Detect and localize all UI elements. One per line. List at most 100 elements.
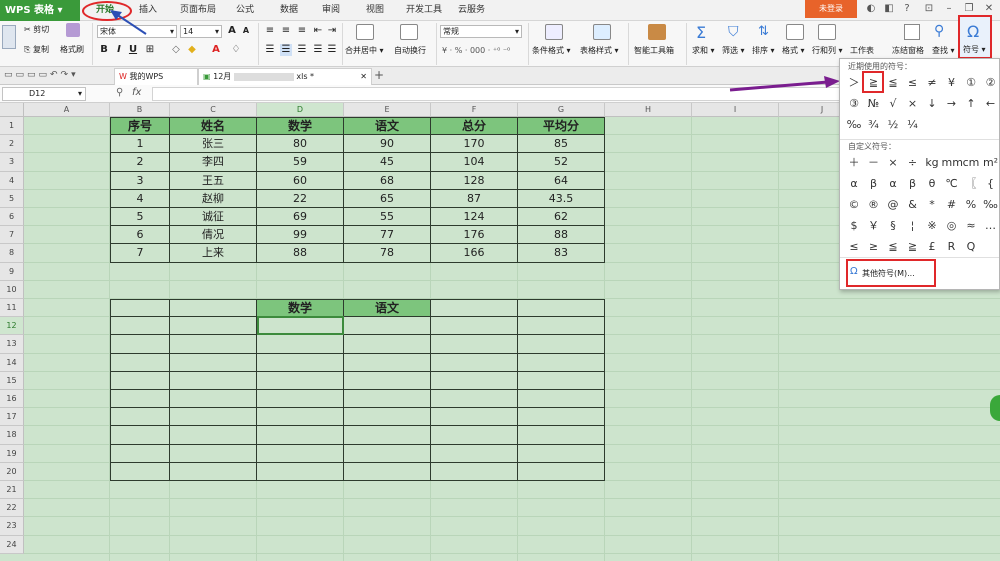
table-cell[interactable]: 59 [257,153,344,172]
column-header[interactable]: C [170,103,257,117]
table-cell[interactable]: 43.5 [518,189,605,208]
table-cell[interactable]: 77 [344,226,431,245]
table-style-button[interactable]: 表格样式 ▾ [580,45,619,56]
table-cell[interactable]: 上来 [170,244,257,263]
table-cell[interactable] [344,408,431,427]
table-cell[interactable] [518,317,605,336]
table-cell[interactable]: 22 [257,189,344,208]
table-cell[interactable] [110,353,170,372]
conditional-format-icon[interactable] [545,24,563,40]
table-cell[interactable]: 128 [431,171,518,190]
table-cell[interactable]: 69 [257,208,344,227]
symbol-item[interactable]: £ [922,237,942,257]
menu-tab-formula[interactable]: 公式 [236,0,254,21]
share-icon[interactable]: ◧ [882,2,896,16]
table-header-cell[interactable]: 语文 [344,117,431,136]
row-header[interactable]: 6 [0,208,24,227]
table-cell[interactable] [170,462,257,481]
table-cell[interactable] [518,426,605,445]
toolbox-icon[interactable] [648,24,666,40]
table-cell[interactable] [431,390,518,409]
table-cell[interactable]: 83 [518,244,605,263]
merge-center-icon[interactable] [356,24,374,40]
grow-font-icon[interactable]: A [226,25,238,37]
table-cell[interactable] [431,444,518,463]
table-cell[interactable]: 85 [518,135,605,154]
symbol-item[interactable]: * [922,195,942,215]
table-cell[interactable]: 倩况 [170,226,257,245]
column-header[interactable]: D [257,103,344,117]
symbol-item[interactable]: ≦ [883,237,903,257]
row-header[interactable]: 2 [0,135,24,154]
table-style-icon[interactable] [593,24,611,40]
symbol-item[interactable]: × [903,94,923,114]
symbol-item[interactable]: α [844,174,864,194]
format-painter-button[interactable]: 格式刷 [60,43,84,57]
row-header[interactable]: 8 [0,244,24,263]
table-cell[interactable] [257,426,344,445]
align-middle-icon[interactable]: ≡ [280,25,292,37]
symbol-item[interactable]: ℃ [942,174,962,194]
symbol-item[interactable]: ￥ [864,216,884,236]
row-header[interactable]: 4 [0,171,24,190]
table-cell[interactable] [518,444,605,463]
close-icon[interactable]: ✕ [982,2,996,16]
distributed-icon[interactable]: ☰ [326,44,338,56]
table-cell[interactable] [344,371,431,390]
table-cell[interactable] [257,353,344,372]
table-cell[interactable] [257,462,344,481]
align-right-icon[interactable]: ☰ [296,44,308,56]
bold-icon[interactable]: B [98,44,110,56]
symbol-item[interactable]: β [864,174,884,194]
symbol-item[interactable]: № [864,94,884,114]
table-cell[interactable] [110,317,170,336]
row-header[interactable]: 22 [0,499,24,518]
table-cell[interactable] [344,353,431,372]
table-cell[interactable]: 87 [431,189,518,208]
underline-icon[interactable]: U [127,44,139,56]
row-header[interactable]: 14 [0,353,24,372]
table-cell[interactable]: 4 [110,189,170,208]
table-cell[interactable]: 王五 [170,171,257,190]
symbol-button[interactable]: Ω 符号 ▾ [958,15,992,59]
sum-button[interactable]: 求和 ▾ [692,45,715,56]
table-cell[interactable] [431,371,518,390]
table-cell[interactable]: 45 [344,153,431,172]
table-cell[interactable]: 80 [257,135,344,154]
conditional-format-button[interactable]: 条件格式 ▾ [532,45,571,56]
smart-toolbox-button[interactable]: 智能工具箱 [634,45,674,56]
row-header[interactable]: 20 [0,462,24,481]
italic-icon[interactable]: I [113,44,125,56]
column-header[interactable]: G [518,103,605,117]
row-header[interactable]: 18 [0,426,24,445]
row-header[interactable]: 13 [0,335,24,354]
more-symbols-button[interactable]: Ω 其他符号(M)... [846,259,936,287]
table-cell[interactable] [170,353,257,372]
table-cell[interactable]: 1 [110,135,170,154]
fx-button[interactable]: fx [132,87,141,98]
symbol-item[interactable]: % [961,195,981,215]
table-cell[interactable] [257,390,344,409]
symbol-item[interactable]: ‰ [844,115,864,135]
table-cell[interactable]: 88 [518,226,605,245]
table-cell[interactable]: 88 [257,244,344,263]
table-cell[interactable]: 60 [257,171,344,190]
column-header[interactable]: H [605,103,692,117]
wrap-text-button[interactable]: 自动换行 [394,45,426,56]
format-painter-icon[interactable] [66,23,80,37]
symbol-item[interactable]: @ [883,195,903,215]
table-cell[interactable]: 6 [110,226,170,245]
symbol-item[interactable]: mm [942,153,963,173]
symbol-item[interactable]: kg [922,153,942,173]
table-cell[interactable]: 64 [518,171,605,190]
table-cell[interactable] [518,353,605,372]
row-header[interactable]: 5 [0,189,24,208]
row-col-button[interactable]: 行和列 ▾ [812,45,843,56]
table-cell[interactable] [110,299,170,318]
symbol-item[interactable]: ≤ [903,73,923,93]
table-cell[interactable]: 78 [344,244,431,263]
table-cell[interactable]: 65 [344,189,431,208]
symbol-item[interactable]: ¦ [903,216,923,236]
symbol-item[interactable]: & [903,195,923,215]
row-header[interactable]: 9 [0,262,24,281]
